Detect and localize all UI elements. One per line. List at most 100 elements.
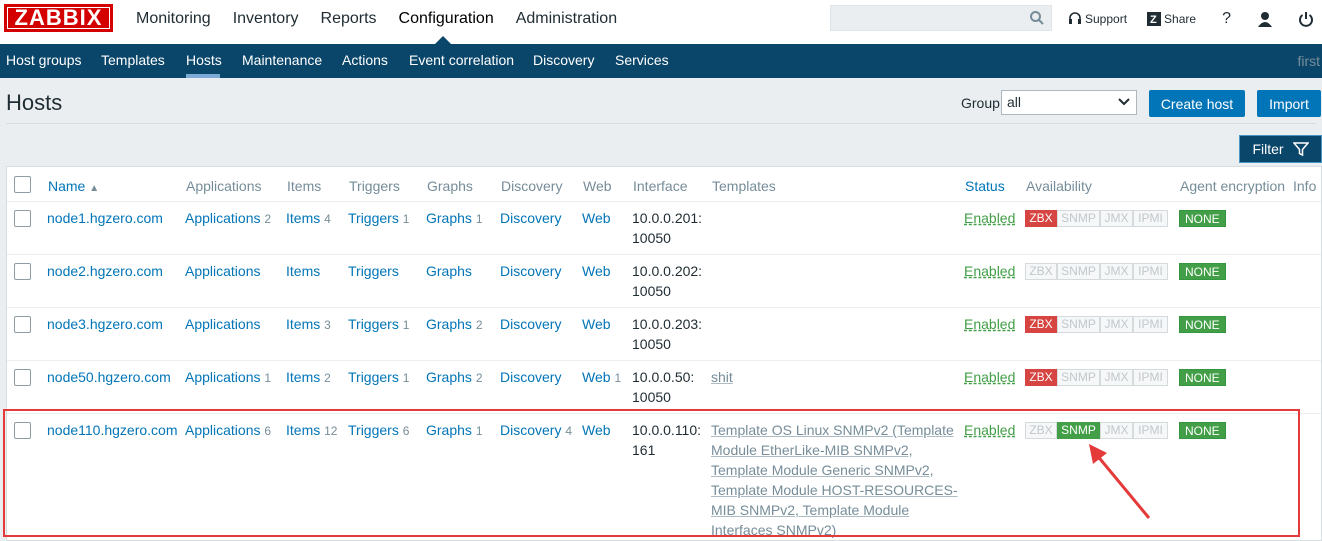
group-select[interactable]: all bbox=[1001, 90, 1137, 115]
triggers-link-label: Triggers bbox=[348, 263, 399, 279]
graphs-link[interactable]: Graphs 2 bbox=[426, 367, 483, 388]
import-button[interactable]: Import bbox=[1257, 90, 1321, 117]
snmp-badge: SNMP bbox=[1057, 316, 1100, 333]
zbx-badge: ZBX bbox=[1025, 263, 1057, 280]
submenu-services[interactable]: Services bbox=[615, 52, 669, 68]
signout-button[interactable] bbox=[1298, 11, 1317, 27]
graphs-link[interactable]: Graphs bbox=[426, 261, 472, 282]
submenu-event-correlation[interactable]: Event correlation bbox=[409, 52, 514, 68]
search-input[interactable] bbox=[830, 5, 1052, 31]
help-button[interactable]: ? bbox=[1222, 10, 1231, 28]
host-name-link[interactable]: node50.hgzero.com bbox=[47, 367, 171, 387]
row-checkbox[interactable] bbox=[14, 316, 31, 333]
col-status[interactable]: Status bbox=[965, 178, 1005, 194]
applications-link-label: Applications bbox=[185, 263, 261, 279]
graphs-link-label: Graphs bbox=[426, 263, 472, 279]
encryption-badge: NONE bbox=[1179, 210, 1226, 227]
interface-port: 10050 bbox=[632, 230, 671, 246]
annotation-arrow bbox=[1089, 444, 1151, 519]
filter-icon bbox=[1292, 142, 1309, 157]
discovery-link[interactable]: Discovery bbox=[500, 261, 561, 282]
row-checkbox[interactable] bbox=[14, 210, 31, 227]
graphs-link-count: 2 bbox=[475, 371, 483, 385]
triggers-link[interactable]: Triggers 1 bbox=[348, 367, 409, 388]
submenu-hosts[interactable]: Hosts bbox=[186, 52, 222, 68]
col-discovery: Discovery bbox=[501, 178, 563, 194]
create-host-button[interactable]: Create host bbox=[1149, 90, 1245, 117]
discovery-link[interactable]: Discovery bbox=[500, 314, 561, 335]
applications-link[interactable]: Applications 2 bbox=[185, 208, 271, 229]
applications-link[interactable]: Applications bbox=[185, 261, 261, 282]
host-name-link[interactable]: node1.hgzero.com bbox=[47, 208, 163, 228]
items-link-label: Items bbox=[286, 263, 321, 279]
items-link[interactable]: Items bbox=[286, 261, 320, 282]
triggers-link[interactable]: Triggers 1 bbox=[348, 314, 409, 335]
table-row: node2.hgzero.com Applications Items Trigg… bbox=[7, 254, 1321, 308]
profile-button[interactable] bbox=[1257, 11, 1276, 27]
support-label: Support bbox=[1085, 12, 1128, 26]
col-web: Web bbox=[583, 178, 612, 194]
zabbix-logo[interactable]: ZABBIX bbox=[4, 4, 113, 32]
discovery-link[interactable]: Discovery bbox=[500, 208, 561, 229]
graphs-link[interactable]: Graphs 2 bbox=[426, 314, 483, 335]
items-link[interactable]: Items 4 bbox=[286, 208, 331, 229]
items-link[interactable]: Items 3 bbox=[286, 314, 331, 335]
graphs-link-label: Graphs bbox=[426, 316, 472, 332]
status-toggle[interactable]: Enabled bbox=[964, 208, 1015, 228]
applications-link-label: Applications bbox=[185, 210, 261, 226]
submenu-templates[interactable]: Templates bbox=[101, 52, 165, 68]
host-name-link[interactable]: node2.hgzero.com bbox=[47, 261, 163, 281]
graphs-link[interactable]: Graphs 1 bbox=[426, 208, 483, 229]
interface-port: 10050 bbox=[632, 283, 671, 299]
status-toggle[interactable]: Enabled bbox=[964, 261, 1015, 281]
menu-administration[interactable]: Administration bbox=[505, 10, 628, 28]
web-link[interactable]: Web bbox=[582, 208, 611, 229]
filter-button[interactable]: Filter bbox=[1239, 135, 1322, 163]
applications-link[interactable]: Applications bbox=[185, 314, 261, 335]
submenu-actions[interactable]: Actions bbox=[342, 52, 388, 68]
web-link[interactable]: Web bbox=[582, 314, 611, 335]
select-all-checkbox[interactable] bbox=[14, 176, 31, 193]
col-info: Info bbox=[1293, 178, 1317, 194]
items-link-label: Items bbox=[286, 316, 321, 332]
submenu-host-groups[interactable]: Host groups bbox=[6, 52, 81, 68]
search-icon[interactable] bbox=[1029, 10, 1045, 26]
col-name[interactable]: Name ▲ bbox=[48, 178, 99, 194]
sort-asc-icon: ▲ bbox=[89, 183, 100, 194]
menu-configuration[interactable]: Configuration bbox=[388, 10, 505, 28]
web-link[interactable]: Web 1 bbox=[582, 367, 621, 388]
status-toggle[interactable]: Enabled bbox=[964, 367, 1015, 387]
encryption-badge: NONE bbox=[1179, 369, 1226, 386]
menu-reports[interactable]: Reports bbox=[310, 10, 388, 28]
help-icon: ? bbox=[1222, 10, 1231, 27]
share-link[interactable]: Z Share bbox=[1147, 12, 1196, 26]
submenu-maintenance[interactable]: Maintenance bbox=[242, 52, 322, 68]
col-availability: Availability bbox=[1026, 178, 1092, 194]
top-bar: ZABBIX Monitoring Inventory Reports Conf… bbox=[0, 0, 1322, 45]
col-items: Items bbox=[287, 178, 322, 194]
sub-menu: Host groups Templates Hosts Maintenance … bbox=[0, 44, 1322, 78]
menu-inventory[interactable]: Inventory bbox=[222, 10, 310, 28]
table-row: node1.hgzero.com Applications 2 Items 4 Tri… bbox=[7, 201, 1321, 255]
template-link[interactable]: shit bbox=[711, 367, 733, 387]
availability-badges: ZBX SNMP JMX IPMI bbox=[1025, 263, 1168, 280]
interface-address: 10.0.0.202: bbox=[632, 263, 703, 279]
availability-badges: ZBX SNMP JMX IPMI bbox=[1025, 316, 1168, 333]
discovery-link[interactable]: Discovery bbox=[500, 367, 561, 388]
support-link[interactable]: Support bbox=[1068, 12, 1127, 26]
triggers-link[interactable]: Triggers bbox=[348, 261, 399, 282]
items-link[interactable]: Items 2 bbox=[286, 367, 331, 388]
menu-monitoring[interactable]: Monitoring bbox=[125, 10, 222, 28]
row-checkbox[interactable] bbox=[14, 369, 31, 386]
host-name-link[interactable]: node3.hgzero.com bbox=[47, 314, 163, 334]
col-agent-encryption: Agent encryption bbox=[1180, 178, 1286, 194]
triggers-link-label: Triggers bbox=[348, 210, 399, 226]
status-toggle[interactable]: Enabled bbox=[964, 314, 1015, 334]
ipmi-badge: IPMI bbox=[1133, 316, 1168, 333]
triggers-link[interactable]: Triggers 1 bbox=[348, 208, 409, 229]
applications-link[interactable]: Applications 1 bbox=[185, 367, 271, 388]
web-link[interactable]: Web bbox=[582, 261, 611, 282]
interface-port: 10050 bbox=[632, 336, 671, 352]
row-checkbox[interactable] bbox=[14, 263, 31, 280]
submenu-discovery[interactable]: Discovery bbox=[533, 52, 594, 68]
